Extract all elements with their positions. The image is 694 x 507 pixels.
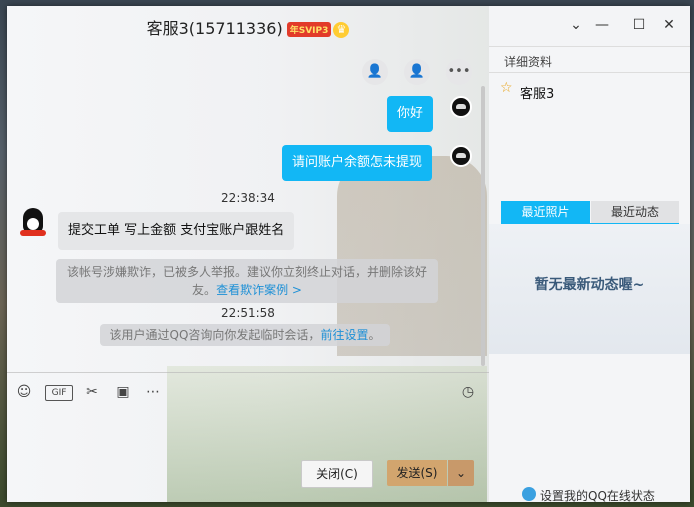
online-status-icon: [522, 487, 536, 501]
close-button[interactable]: 关闭(C): [301, 460, 373, 488]
profile-pane: 详细资料 ☆ 客服3 最近照片 最近动态 暂无最新动态喔~ 设置我的QQ在线状态: [489, 46, 690, 502]
my-avatar[interactable]: [450, 96, 472, 118]
goto-settings-link[interactable]: 前往设置: [320, 328, 368, 342]
timestamp: 22:38:34: [221, 191, 275, 205]
divider: [489, 72, 690, 73]
contact-name: 客服3: [520, 87, 555, 102]
contact-title: 客服3(15711336): [146, 19, 283, 38]
minimize-button[interactable]: —: [591, 14, 613, 36]
fraud-case-link[interactable]: 查看欺诈案例 >: [216, 283, 302, 297]
image-icon[interactable]: ▣: [113, 382, 133, 402]
remote-assist-icon[interactable]: 👤: [404, 59, 430, 85]
svip-badge: 年SVIP3: [286, 22, 332, 37]
more-tools-icon[interactable]: ⋯: [143, 382, 163, 402]
input-divider: [7, 372, 489, 373]
gif-icon[interactable]: GIF: [45, 385, 73, 401]
tab-recent-photos[interactable]: 最近照片: [501, 201, 590, 223]
scrollbar[interactable]: [481, 86, 485, 366]
contact-avatar[interactable]: [19, 208, 47, 240]
notice-text: 该用户通过QQ咨询向你发起临时会话，: [109, 328, 321, 342]
history-icon[interactable]: ◷: [458, 382, 478, 402]
message-out[interactable]: 你好: [387, 96, 434, 132]
fraud-warning: 该帐号涉嫌欺诈，已被多人举报。建议你立刻终止对话，并删除该好 友。查看欺诈案例 …: [56, 259, 438, 303]
crown-icon: ♛: [333, 21, 350, 38]
message-in[interactable]: 提交工单 写上金额 支付宝账户跟姓名: [58, 212, 295, 250]
fraud-warning-text: 该帐号涉嫌欺诈，已被多人举报。建议你立刻终止对话，并删除该好: [66, 265, 427, 279]
section-title: 详细资料: [504, 55, 553, 69]
emoji-icon[interactable]: ☺: [14, 382, 34, 402]
fraud-warning-text-2: 友。: [192, 283, 217, 297]
empty-state: 暂无最新动态喔~: [534, 277, 645, 293]
more-icon[interactable]: •••: [446, 59, 472, 85]
window-title: 客服3(15711336) 年SVIP3 ♛: [7, 15, 489, 39]
temp-session-notice: 该用户通过QQ咨询向你发起临时会话，前往设置。: [100, 324, 390, 346]
close-window-button[interactable]: ✕: [658, 14, 680, 36]
add-friend-icon[interactable]: 👤: [362, 59, 388, 85]
send-button[interactable]: 发送(S): [387, 460, 447, 486]
message-input[interactable]: [7, 406, 489, 456]
maximize-button[interactable]: ☐: [628, 14, 650, 36]
title-bar: 客服3(15711336) 年SVIP3 ♛ ⌄ — ☐ ✕: [7, 6, 690, 46]
online-status-link[interactable]: 设置我的QQ在线状态: [540, 487, 655, 502]
divider: [489, 46, 690, 47]
notice-tail: 。: [368, 328, 381, 342]
send-options-icon[interactable]: ⌄: [448, 460, 474, 486]
tab-recent-updates[interactable]: 最近动态: [591, 201, 679, 223]
message-out[interactable]: 请问账户余额怎未提现: [282, 145, 433, 181]
timestamp: 22:51:58: [221, 306, 275, 320]
my-avatar[interactable]: [450, 145, 472, 167]
star-icon: ☆: [500, 80, 513, 96]
scissors-icon[interactable]: ✂: [82, 382, 102, 402]
collapse-icon[interactable]: ⌄: [565, 14, 587, 36]
chat-window: 客服3(15711336) 年SVIP3 ♛ ⌄ — ☐ ✕ 👤 👤 ••• 你好 …: [7, 6, 690, 502]
